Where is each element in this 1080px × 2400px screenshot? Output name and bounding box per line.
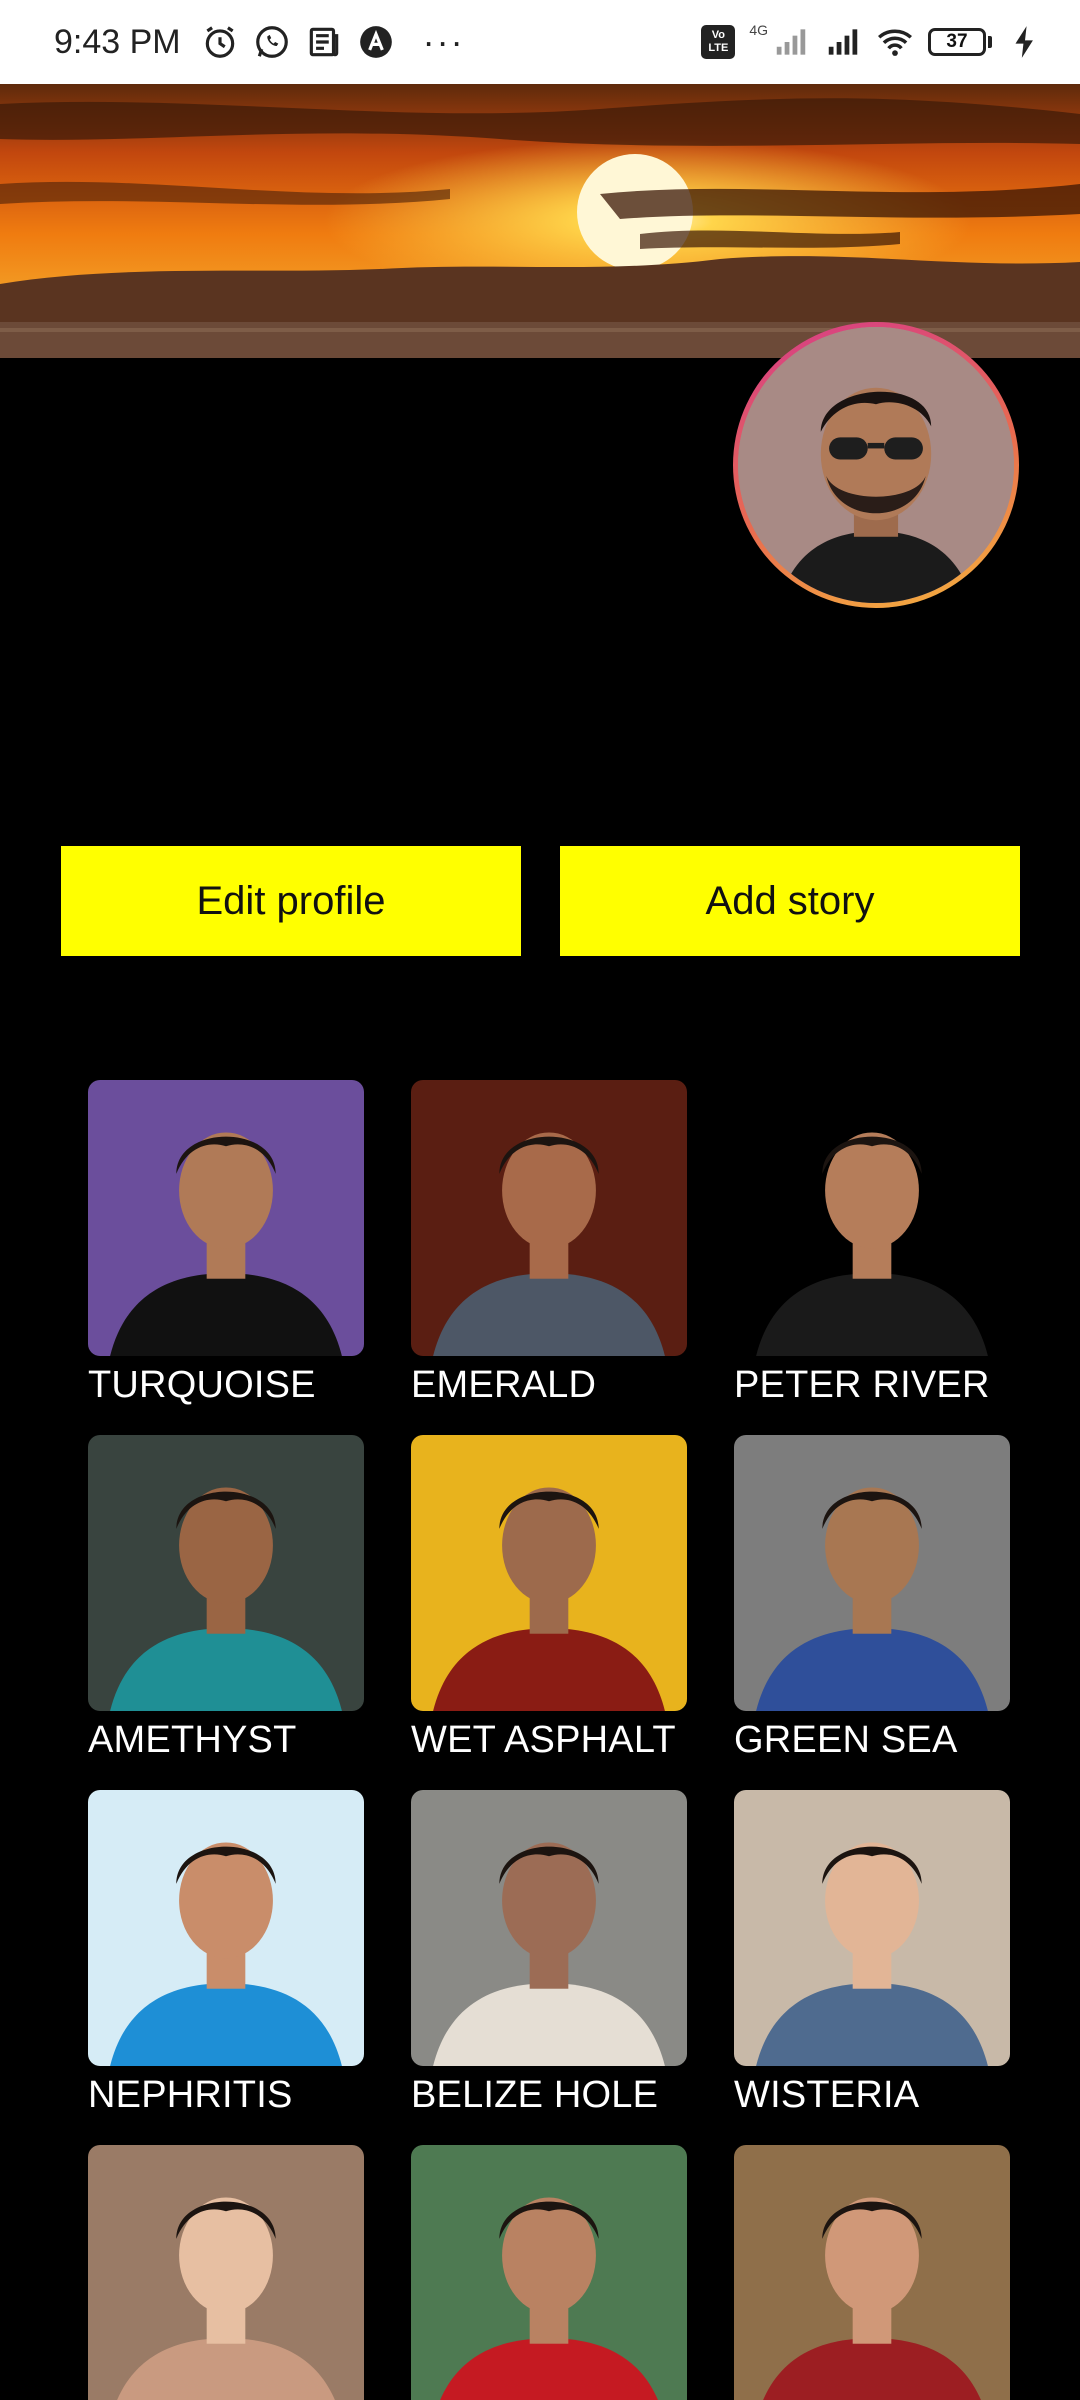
grid-item-photo[interactable] (88, 1790, 364, 2066)
grid-item-label: AMETHYST (88, 1719, 297, 1761)
grid-item-photo[interactable] (734, 1080, 1010, 1356)
grid-item-label: PETER RIVER (734, 1364, 990, 1406)
wifi-icon (876, 23, 914, 61)
grid-item-photo[interactable] (734, 1790, 1010, 2066)
network-type: 4G (749, 22, 768, 38)
grid-item-photo[interactable] (88, 2145, 364, 2400)
alarm-icon (201, 23, 239, 61)
battery-level: 37 (946, 31, 968, 52)
status-bar-left: 9:43 PM ··· (54, 23, 465, 62)
grid-item-label: WET ASPHALT (411, 1719, 676, 1761)
profile-avatar[interactable] (733, 322, 1019, 608)
grid-item[interactable]: TURQUOISE (88, 1080, 364, 1407)
status-bar-right: Vo LTE 4G 37 (701, 22, 1044, 61)
status-time: 9:43 PM (54, 22, 181, 61)
grid-item-photo[interactable] (411, 2145, 687, 2400)
grid-item-photo[interactable] (88, 1435, 364, 1711)
grid-item[interactable] (411, 2145, 687, 2400)
signal-icon-sim2 (824, 23, 862, 61)
grid-item[interactable]: WET ASPHALT (411, 1435, 687, 1762)
whatsapp-icon (253, 23, 291, 61)
battery-icon: 37 (928, 28, 992, 56)
grid-item[interactable]: NEPHRITIS (88, 1790, 364, 2117)
grid-item-photo[interactable] (411, 1790, 687, 2066)
add-story-button[interactable]: Add story (560, 846, 1020, 956)
grid-item-label: NEPHRITIS (88, 2074, 293, 2116)
grid-item[interactable]: PETER RIVER (734, 1080, 1010, 1407)
grid-item-photo[interactable] (411, 1080, 687, 1356)
grid-item[interactable]: AMETHYST (88, 1435, 364, 1762)
status-bar: 9:43 PM ··· Vo LTE 4G 37 (0, 0, 1080, 84)
grid-item-label: WISTERIA (734, 2074, 920, 2116)
avatar-photo (738, 327, 1014, 603)
grid-item-label: TURQUOISE (88, 1364, 316, 1406)
signal-icon-sim1 (772, 23, 810, 61)
grid-item-label: BELIZE HOLE (411, 2074, 659, 2116)
grid-item-photo[interactable] (734, 2145, 1010, 2400)
news-icon (305, 23, 343, 61)
cover-banner (0, 84, 1080, 358)
grid-item-photo[interactable] (88, 1080, 364, 1356)
grid-item[interactable]: EMERALD (411, 1080, 687, 1407)
app-a-icon (357, 23, 395, 61)
grid-item-photo[interactable] (734, 1435, 1010, 1711)
grid-item[interactable] (734, 2145, 1010, 2400)
grid-item-label: GREEN SEA (734, 1719, 958, 1761)
volte-icon: Vo LTE (701, 25, 736, 59)
grid-item[interactable] (88, 2145, 364, 2400)
charging-icon (1006, 23, 1044, 61)
grid-item-photo[interactable] (411, 1435, 687, 1711)
grid-item-label: EMERALD (411, 1364, 597, 1406)
edit-profile-button[interactable]: Edit profile (61, 846, 521, 956)
grid-item[interactable]: BELIZE HOLE (411, 1790, 687, 2117)
grid-item[interactable]: GREEN SEA (734, 1435, 1010, 1762)
more-dots-icon: ··· (422, 21, 465, 62)
grid-item[interactable]: WISTERIA (734, 1790, 1010, 2117)
sunset-image (0, 84, 1080, 358)
